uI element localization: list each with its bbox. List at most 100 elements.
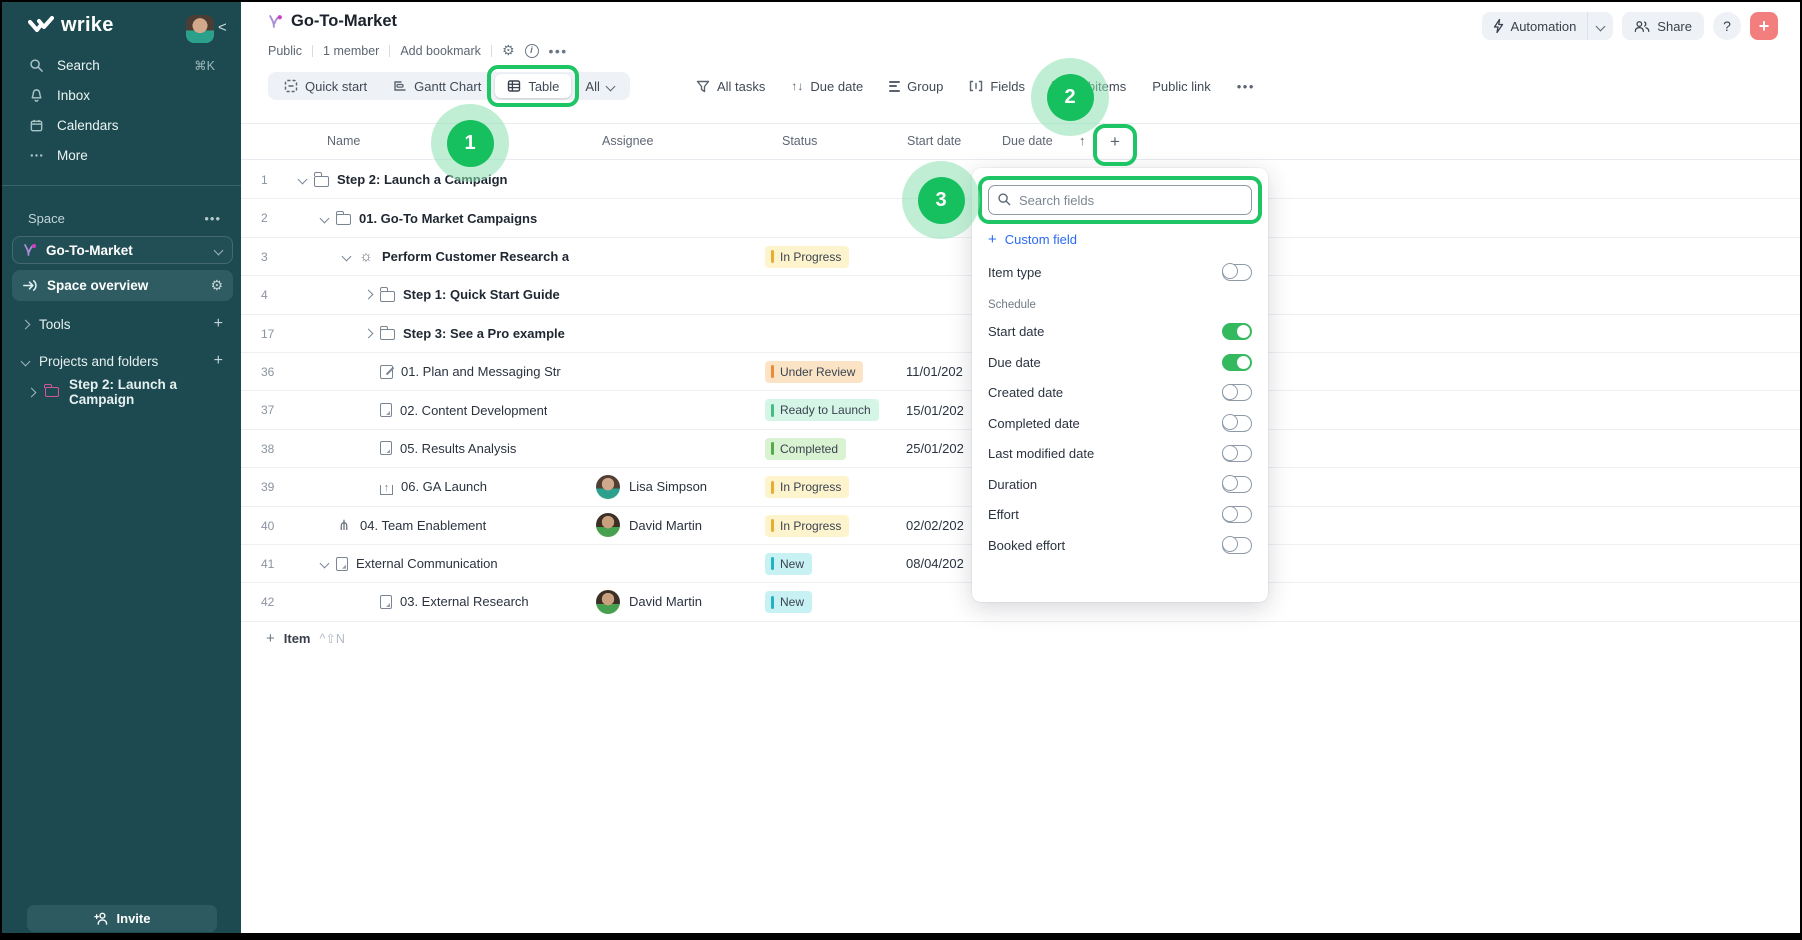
invite-button[interactable]: Invite bbox=[27, 905, 217, 932]
field-toggle-row[interactable]: Item type bbox=[972, 257, 1268, 288]
tab-table[interactable]: Table bbox=[495, 74, 571, 98]
start-date-cell[interactable]: 25/01/202 bbox=[906, 430, 964, 467]
sidebar-item-calendars[interactable]: Calendars bbox=[2, 110, 241, 140]
add-tool-icon[interactable]: + bbox=[214, 315, 223, 333]
start-date-cell[interactable]: 08/04/202 bbox=[906, 545, 964, 582]
status-badge[interactable]: Ready to Launch bbox=[765, 399, 879, 421]
column-header-start-date[interactable]: Start date bbox=[907, 134, 961, 148]
field-toggle-row[interactable]: Last modified date bbox=[972, 439, 1268, 470]
task-name[interactable]: External Communication bbox=[356, 556, 498, 571]
task-name[interactable]: 04. Team Enablement bbox=[360, 518, 486, 533]
field-toggle-row[interactable]: Effort bbox=[972, 500, 1268, 531]
row-chevron-icon[interactable] bbox=[320, 559, 330, 569]
assignee-cell[interactable]: Lisa Simpson bbox=[596, 468, 707, 505]
field-toggle-row[interactable]: Booked effort bbox=[972, 530, 1268, 561]
wrike-logo[interactable]: wrike bbox=[28, 14, 114, 37]
gear-icon[interactable]: ⚙ bbox=[502, 42, 515, 59]
column-header-name[interactable]: Name bbox=[327, 134, 360, 148]
create-button[interactable]: + bbox=[1750, 12, 1778, 40]
status-badge[interactable]: New bbox=[765, 591, 812, 613]
field-toggle-row[interactable]: Start date bbox=[972, 317, 1268, 348]
task-name[interactable]: Perform Customer Research a bbox=[382, 249, 569, 264]
task-name[interactable]: 01. Go-To Market Campaigns bbox=[359, 211, 537, 226]
subitems-button[interactable]: Subitems bbox=[1051, 79, 1126, 94]
sidebar-item-inbox[interactable]: Inbox bbox=[2, 80, 241, 110]
add-bookmark-link[interactable]: Add bookmark bbox=[400, 44, 481, 58]
field-toggle[interactable] bbox=[1222, 264, 1252, 281]
assignee-cell[interactable]: David Martin bbox=[596, 507, 702, 544]
field-toggle-row[interactable]: Due date bbox=[972, 347, 1268, 378]
field-toggle[interactable] bbox=[1222, 415, 1252, 432]
chevron-right-icon[interactable] bbox=[21, 319, 31, 329]
task-name[interactable]: Step 2: Launch a Campaign bbox=[337, 172, 507, 187]
group-button[interactable]: Group bbox=[889, 79, 943, 94]
status-badge[interactable]: In Progress bbox=[765, 246, 849, 268]
chevron-down-icon[interactable] bbox=[21, 356, 31, 366]
task-name[interactable]: Step 3: See a Pro example bbox=[403, 326, 565, 341]
add-column-button[interactable]: + bbox=[1099, 126, 1131, 158]
add-item-row[interactable]: + Item ^⇧N bbox=[241, 622, 345, 654]
status-badge[interactable]: New bbox=[765, 553, 812, 575]
assignee-cell[interactable]: David Martin bbox=[596, 583, 702, 620]
status-badge[interactable]: In Progress bbox=[765, 515, 849, 537]
status-badge[interactable]: Under Review bbox=[765, 361, 863, 383]
row-chevron-icon[interactable] bbox=[342, 252, 352, 262]
filter-all-tasks[interactable]: All tasks bbox=[696, 79, 765, 94]
sidebar-item-search[interactable]: Search ⌘K bbox=[2, 50, 241, 80]
tab-all-views[interactable]: All bbox=[573, 74, 625, 98]
public-link-button[interactable]: Public link bbox=[1152, 79, 1211, 94]
field-toggle[interactable] bbox=[1222, 384, 1252, 401]
sidebar-item-space-overview[interactable]: Space overview ⚙ bbox=[12, 270, 233, 301]
task-name[interactable]: 06. GA Launch bbox=[401, 479, 487, 494]
sidebar-collapse-icon[interactable]: < bbox=[218, 19, 227, 36]
sidebar-item-tools[interactable]: Tools + bbox=[12, 309, 233, 339]
user-avatar[interactable] bbox=[186, 15, 214, 43]
column-header-status[interactable]: Status bbox=[782, 134, 817, 148]
visibility-label[interactable]: Public bbox=[268, 44, 302, 58]
sidebar-item-step2-campaign[interactable]: Step 2: Launch a Campaign bbox=[12, 377, 233, 407]
help-button[interactable]: ? bbox=[1713, 12, 1741, 40]
column-header-assignee[interactable]: Assignee bbox=[602, 134, 653, 148]
add-project-icon[interactable]: + bbox=[214, 352, 223, 370]
more-options-icon[interactable]: ••• bbox=[1237, 79, 1255, 94]
start-date-cell[interactable]: 15/01/202 bbox=[906, 391, 964, 428]
task-name[interactable]: 02. Content Development bbox=[400, 403, 547, 418]
field-toggle[interactable] bbox=[1222, 354, 1252, 371]
row-chevron-icon[interactable] bbox=[298, 175, 308, 185]
task-name[interactable]: 03. External Research bbox=[400, 594, 529, 609]
info-icon[interactable]: i bbox=[525, 44, 539, 58]
start-date-cell[interactable]: 02/02/202 bbox=[906, 507, 964, 544]
tab-gantt-chart[interactable]: Gantt Chart bbox=[381, 74, 493, 98]
task-name[interactable]: 01. Plan and Messaging Str bbox=[401, 364, 561, 379]
sort-due-date[interactable]: ↑↓ Due date bbox=[791, 79, 863, 94]
add-custom-field-link[interactable]: + Custom field bbox=[988, 232, 1252, 247]
field-toggle[interactable] bbox=[1222, 476, 1252, 493]
row-chevron-icon[interactable] bbox=[320, 213, 330, 223]
field-toggle[interactable] bbox=[1222, 323, 1252, 340]
space-selector[interactable]: Go-To-Market bbox=[12, 236, 233, 264]
row-chevron-icon[interactable] bbox=[364, 328, 374, 338]
sort-ascending-icon[interactable]: ↑ bbox=[1079, 133, 1086, 148]
chevron-right-icon[interactable] bbox=[27, 387, 37, 397]
start-date-cell[interactable]: 11/01/202 bbox=[906, 353, 963, 390]
field-toggle[interactable] bbox=[1222, 537, 1252, 554]
automation-dropdown[interactable] bbox=[1587, 12, 1613, 40]
gear-icon[interactable]: ⚙ bbox=[210, 277, 223, 294]
search-fields-input[interactable] bbox=[988, 185, 1252, 215]
field-toggle[interactable] bbox=[1222, 506, 1252, 523]
space-options-icon[interactable]: ••• bbox=[204, 211, 221, 226]
column-header-due-date[interactable]: Due date bbox=[1002, 134, 1053, 148]
ellipsis-icon[interactable]: ••• bbox=[549, 43, 568, 59]
task-name[interactable]: Step 1: Quick Start Guide bbox=[403, 287, 560, 302]
sidebar-item-more[interactable]: More bbox=[2, 140, 241, 170]
members-label[interactable]: 1 member bbox=[323, 44, 379, 58]
tab-quick-start[interactable]: Quick start bbox=[272, 74, 379, 98]
fields-button[interactable]: Fields bbox=[969, 79, 1025, 94]
automation-button[interactable]: Automation bbox=[1482, 12, 1588, 40]
field-toggle-row[interactable]: Created date bbox=[972, 378, 1268, 409]
status-badge[interactable]: Completed bbox=[765, 438, 846, 460]
row-chevron-icon[interactable] bbox=[364, 290, 374, 300]
share-button[interactable]: Share bbox=[1622, 12, 1704, 40]
field-toggle-row[interactable]: Completed date bbox=[972, 408, 1268, 439]
field-toggle[interactable] bbox=[1222, 445, 1252, 462]
